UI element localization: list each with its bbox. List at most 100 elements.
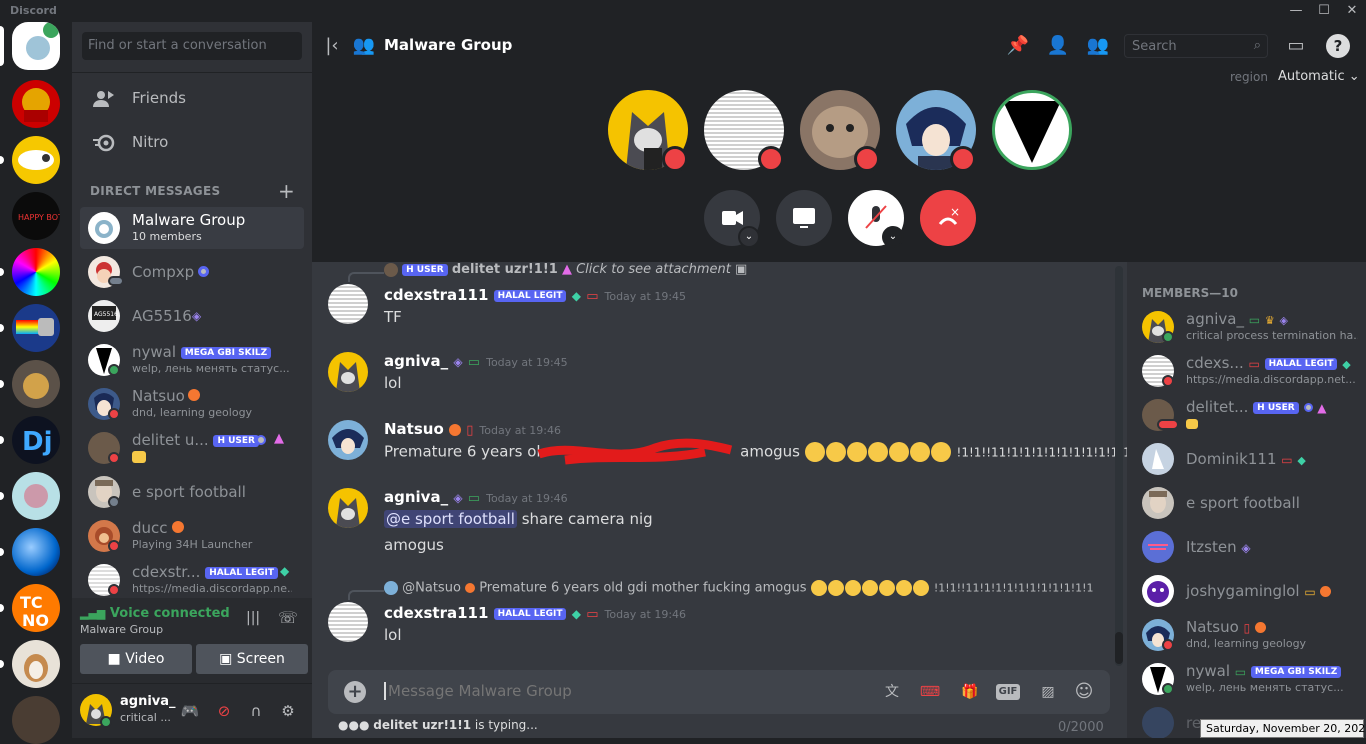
upload-plus-button[interactable]: + [344,681,366,703]
message-input[interactable] [384,682,864,700]
dm-item-ag5516[interactable]: AG5516 AG5516 ◈ [80,295,304,337]
channel-title: Malware Group [384,36,513,54]
reply-connector [348,590,384,600]
headphones-icon[interactable]: ∩ [244,699,268,723]
message-avatar[interactable] [328,602,368,642]
help-icon[interactable]: ? [1326,34,1350,58]
call-participant-speaking[interactable] [992,90,1072,170]
dm-item-cdexstra[interactable]: cdexstr... HALAL LEGIT ◆ https://media.d… [80,559,304,601]
activity-icon[interactable]: 🎮 [178,699,202,723]
chevron-down-icon[interactable]: ⌄ [738,226,760,248]
region-select[interactable]: Automatic ⌄ [1278,69,1360,84]
status-indicator [108,364,120,376]
member-item[interactable]: joshygaminglol ▭ [1135,570,1363,612]
keyboard-disabled-icon[interactable]: ⌨ [918,681,942,703]
message-author[interactable]: agniva_ ◈ ▭ Today at 19:45 [384,352,568,370]
server-icon-2[interactable] [12,136,60,184]
member-item[interactable]: Dominik111 ▭ ◆ [1135,438,1363,480]
server-icon-9[interactable] [12,528,60,576]
message-avatar[interactable] [328,420,368,460]
member-item[interactable]: nywal ▭ MEGA GBI SKILZ welp, лень менять… [1135,658,1363,700]
find-conversation-button[interactable]: Find or start a conversation [82,32,302,60]
reply-preview[interactable]: H USER delitet uzr!1!1 ▲ Click to see at… [384,262,747,277]
server-icon-12[interactable] [12,696,60,744]
create-dm-button[interactable]: + [278,179,295,203]
user-mention[interactable]: @e sport football [384,510,517,528]
settings-gear-icon[interactable]: ⚙ [276,699,300,723]
reply-preview[interactable]: @Natsuo Premature 6 years old gdi mother… [384,580,1094,596]
dm-item-compxp[interactable]: Compxp [80,251,304,293]
server-icon-7[interactable]: Dj [12,416,60,464]
message-avatar[interactable] [328,284,368,324]
server-icon-4[interactable] [12,248,60,296]
disconnect-call-button[interactable]: × [920,190,976,246]
pin-icon[interactable]: 📌 [1006,34,1030,58]
nav-friends[interactable]: Friends [80,78,304,120]
message: agniva_ ◈ ▭ Today at 19:46 @e sport footb… [312,484,1112,564]
message: agniva_ ◈ ▭ Today at 19:45 lol [312,348,1112,398]
member-item[interactable]: agniva_ ▭ ♛ ◈ critical process terminati… [1135,306,1363,348]
minimize-button[interactable]: — [1282,2,1310,20]
add-friend-icon[interactable]: 👤 [1046,34,1070,58]
member-item[interactable]: delitet... H USER ▲ [1135,394,1363,436]
member-name: cdexs... ▭ HALAL LEGIT ◆ [1186,354,1351,372]
translate-icon[interactable]: 文 [880,681,904,703]
close-window-button[interactable]: ✕ [1338,2,1366,20]
member-name: nywal ▭ MEGA GBI SKILZ [1186,662,1342,680]
maximize-button[interactable]: ☐ [1310,2,1338,20]
dm-item-e-sport-football[interactable]: e sport football [80,471,304,513]
unread-pill [0,548,4,556]
server-icon-3[interactable]: HAPPY BOT [12,192,60,240]
svg-text:×: × [950,205,960,219]
disconnect-icon[interactable]: ☏ [278,608,298,627]
server-icon-10[interactable]: TC NO [12,584,60,632]
search-input[interactable]: Search ⌕ [1124,34,1268,58]
video-button[interactable]: ■ Video [80,644,192,674]
desktop-icon: ▭ [1234,665,1247,679]
members-icon[interactable]: 👥 [1086,34,1110,58]
message-author[interactable]: cdexstra111 HALAL LEGIT ◆ ▭ Today at 19:4… [384,286,686,304]
crown-icon: ♛ [1264,314,1275,327]
sticker-icon[interactable]: ▨ [1036,681,1060,703]
badge-icon [449,423,461,436]
voice-channel-name[interactable]: Malware Group [80,623,163,636]
unread-pill [0,156,4,164]
message-avatar[interactable] [328,352,368,392]
gif-button[interactable]: GIF [996,684,1020,700]
message-author[interactable]: agniva_ ◈ ▭ Today at 19:46 [384,488,568,506]
message-author[interactable]: cdexstra111 HALAL LEGIT ◆ ▭ Today at 19:4… [384,604,686,622]
member-item[interactable]: Natsuo ▯ dnd, learning geology [1135,614,1363,656]
server-icon-8[interactable] [12,472,60,520]
dm-item-natsuo[interactable]: Natsuo dnd, learning geology [80,383,304,425]
server-icon-11[interactable] [12,640,60,688]
chevron-down-icon[interactable]: ⌄ [882,226,904,248]
status-indicator [108,452,120,464]
server-icon-1[interactable] [12,80,60,128]
emoji-picker-icon[interactable]: ☺ [1072,681,1096,703]
status-indicator [100,716,112,728]
dm-item-malware-group[interactable]: Malware Group 10 members [80,207,304,249]
noise-suppression-icon[interactable]: ||| [246,610,260,626]
voice-connected-label: ▂▄▆ Voice connected [80,606,230,621]
nav-nitro[interactable]: Nitro [80,122,304,164]
member-item[interactable]: cdexs... ▭ HALAL LEGIT ◆ https://media.d… [1135,350,1363,392]
message-avatar[interactable] [328,488,368,528]
screen-share-button[interactable]: ▣ Screen [196,644,308,674]
dm-item-nywal[interactable]: nywal MEGA GBI SKILZ welp, лень менять с… [80,339,304,381]
gift-icon[interactable]: 🎁 [958,681,982,703]
dm-item-ducc[interactable]: ducc Playing 34H Launcher [80,515,304,557]
dm-item-delitet[interactable]: delitet u... H USER ▲ [80,427,304,469]
screen-share-toggle-button[interactable] [776,190,832,246]
message: Natsuo ▯ Today at 19:46 Premature 6 years… [312,416,1127,466]
collapse-icon[interactable]: |‹ [320,34,344,58]
home-button[interactable] [12,22,60,70]
member-item[interactable]: Itzsten ◈ [1135,526,1363,568]
member-item[interactable]: e sport football [1135,482,1363,524]
scrollbar-thumb[interactable] [1115,632,1123,664]
server-icon-5[interactable] [12,304,60,352]
mute-icon[interactable]: ⊘ [212,699,236,723]
diamond-badge-icon: ◆ [571,607,581,621]
inbox-icon[interactable]: ▭ [1284,34,1308,58]
scrollbar-track[interactable] [1115,266,1123,666]
server-icon-6[interactable] [12,360,60,408]
